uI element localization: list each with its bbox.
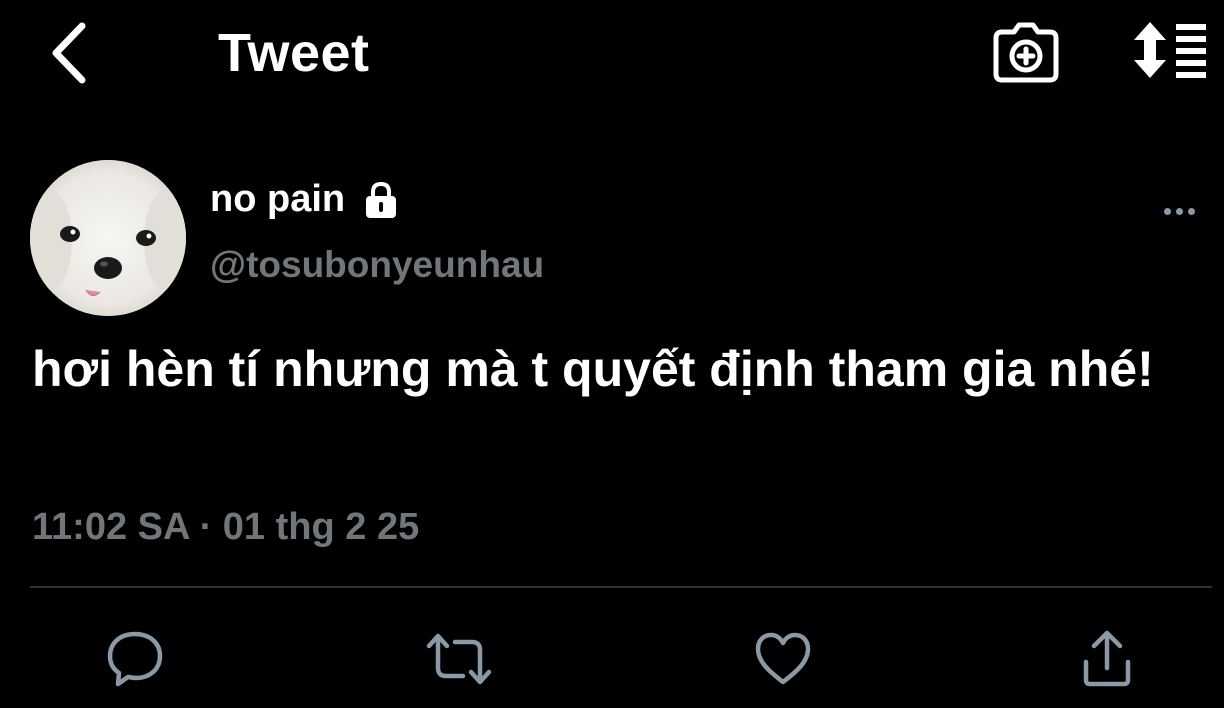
retweet-button[interactable] [424, 624, 494, 694]
page-title: Tweet [218, 23, 370, 83]
more-options-button[interactable] [1156, 196, 1202, 226]
reply-icon [107, 631, 163, 687]
chevron-left-icon [52, 22, 86, 84]
tweet-timestamp[interactable]: 11:02 SA · 01 thg 2 25 [32, 506, 419, 549]
author-handle[interactable]: @tosubonyeunhau [210, 244, 544, 286]
share-button[interactable] [1072, 624, 1142, 694]
more-dot-icon [1187, 207, 1195, 215]
back-button[interactable] [40, 20, 96, 86]
more-dot-icon [1163, 207, 1171, 215]
top-bar: Tweet [0, 0, 1224, 110]
share-icon [1083, 630, 1131, 687]
reply-button[interactable] [100, 624, 170, 694]
tweet-text: hơi hèn tí nhưng mà t quyết định tham gi… [32, 341, 1154, 397]
divider [30, 586, 1212, 588]
like-button[interactable] [748, 624, 818, 694]
retweet-icon [426, 633, 492, 685]
camera-add-icon [993, 22, 1059, 83]
tweet-detail-page: Tweet no pain @tosubonyeunhau hơi hèn tí… [0, 0, 1224, 708]
white-puppy-avatar [30, 160, 186, 316]
author-display-name[interactable]: no pain [210, 178, 345, 221]
more-dot-icon [1175, 207, 1183, 215]
lock-icon [366, 181, 397, 218]
sort-list-icon [1134, 22, 1206, 78]
sort-button[interactable] [1128, 20, 1210, 82]
author-name-row[interactable]: no pain [210, 178, 401, 221]
avatar[interactable] [30, 160, 186, 316]
like-icon [755, 632, 811, 685]
camera-add-button[interactable] [992, 22, 1060, 84]
